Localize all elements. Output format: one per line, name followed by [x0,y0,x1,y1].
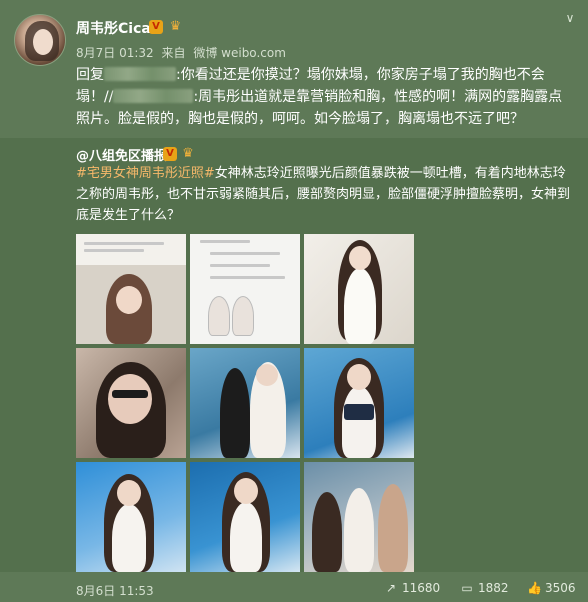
person-face [234,478,258,504]
person-figure [220,368,250,458]
person-face [349,246,371,270]
person-figure [344,488,374,572]
repost-author[interactable]: @八组免区播报 [76,145,167,164]
via-label: 来自 [161,46,186,60]
crown-icon: ♛ [182,146,194,161]
forward-count: 11680 [402,581,441,595]
verified-badge-icon: V [163,147,177,161]
comment-button[interactable]: ▭ 1882 [460,581,509,597]
person-dress [230,502,262,572]
post-text: 回复:你看过还是你摸过？塌你妹塌，你家房子塌了我的胸也不会塌！//:周韦彤出道就… [76,64,571,130]
avatar-face [33,29,53,55]
person-face [347,364,371,390]
verified-badge-icon: V [149,20,163,34]
person-face [108,374,152,424]
person-face [116,286,142,314]
event-group-photo[interactable] [304,462,414,572]
person-figure [208,296,230,336]
post-username[interactable]: 周韦彤Cica [76,18,151,38]
event-stage-photo-1[interactable] [190,348,300,458]
text-line [84,242,164,245]
chevron-down-icon[interactable]: ∨ [562,12,578,24]
person-dress [344,268,376,344]
person-figure [378,484,408,572]
person-face [256,364,278,386]
post-meta: 8月7日 01:32 来自 微博 weibo.com [76,44,290,61]
avatar[interactable] [14,14,66,66]
event-stage-photo-4[interactable] [190,462,300,572]
repost-text: #宅男女神周韦彤近照#女神林志玲近照曝光后颜值暴跌被一顿吐槽，有着内地林志玲之称… [76,163,574,226]
blurred-username-1 [104,67,176,81]
image-grid [76,234,414,572]
glasses [112,390,148,398]
event-stage-photo-2[interactable] [304,348,414,458]
person-dress [112,504,146,572]
weibo-post-card: 周韦彤Cica V ♛ ∨ 8月7日 01:32 来自 微博 weibo.com… [0,0,588,602]
comment-icon: ▭ [461,581,473,595]
repost-date[interactable]: 8月6日 11:53 [76,582,154,599]
post-date[interactable]: 8月7日 01:32 [76,46,154,60]
text-line [210,264,270,267]
person-figure [312,492,342,572]
chat-screenshot-photo[interactable] [190,234,300,344]
crown-icon: ♛ [169,19,182,34]
person-figure [232,296,254,336]
blurred-username-2 [113,89,194,103]
forward-button[interactable]: ↗ 11680 [384,581,440,597]
weibo-screenshot-photo[interactable] [76,234,186,344]
comment-count: 1882 [478,581,509,595]
thumbs-up-icon: 👍 [527,581,542,595]
like-button[interactable]: 👍 3506 [527,581,576,597]
book [344,404,374,420]
hashtag-link[interactable]: #宅男女神周韦彤近照# [76,166,215,181]
text-line [200,240,250,243]
white-dress-photo[interactable] [304,234,414,344]
event-stage-photo-3[interactable] [76,462,186,572]
like-count: 3506 [545,581,576,595]
text-line [84,249,144,252]
post-source[interactable]: 微博 weibo.com [193,46,286,60]
reply-prefix: 回复 [76,67,104,83]
person-dress [342,386,376,458]
forward-icon: ↗ [385,581,397,595]
glasses-selfie-photo[interactable] [76,348,186,458]
person-face [117,480,141,506]
text-line [210,276,285,279]
text-line [210,252,280,255]
